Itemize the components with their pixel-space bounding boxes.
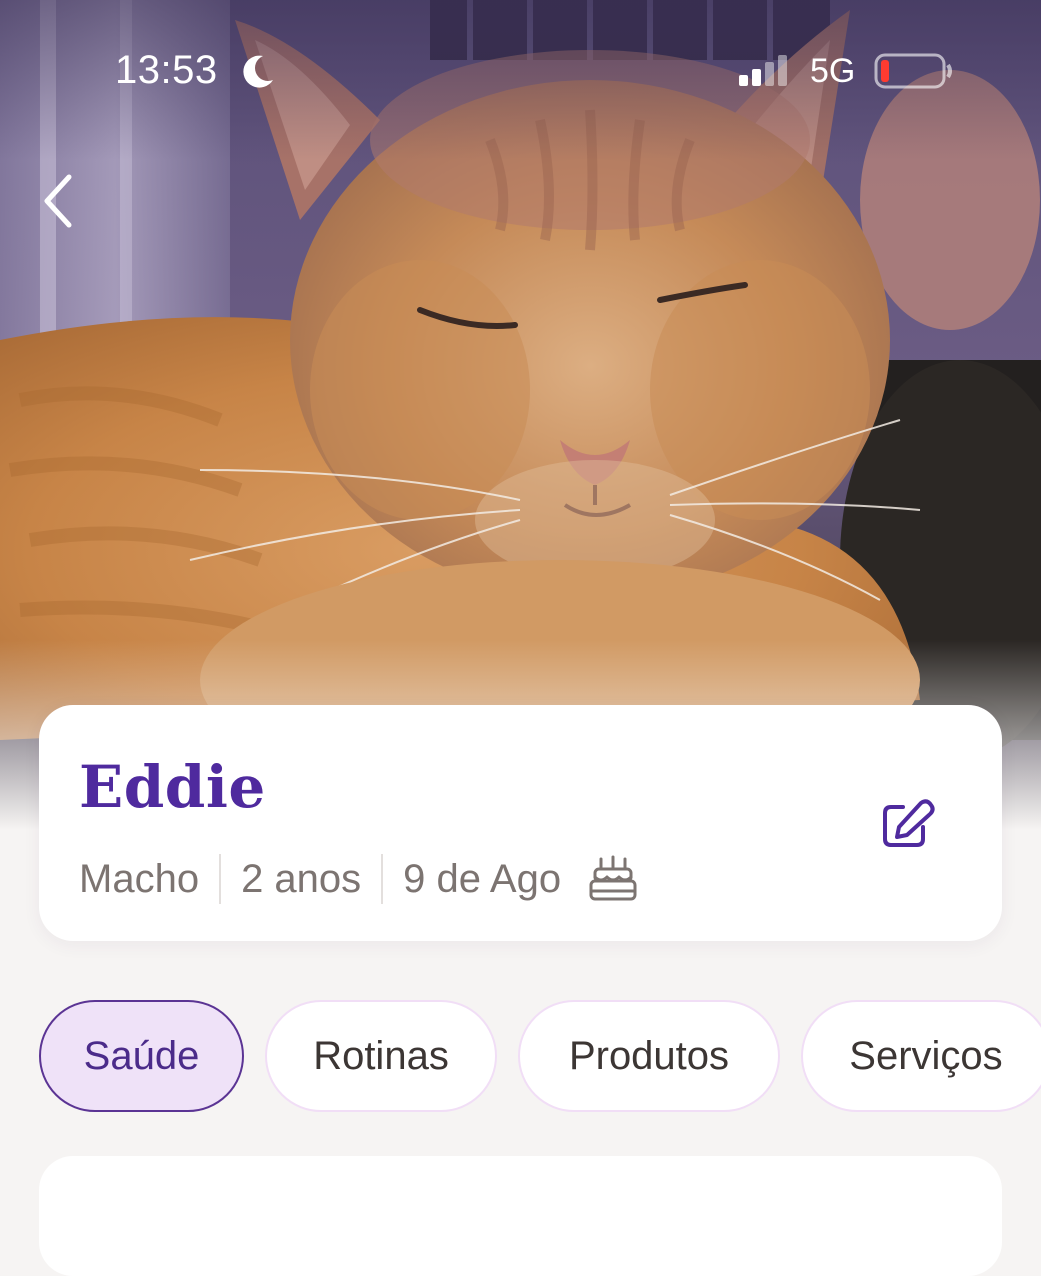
cellular-signal-icon [738,55,794,87]
tab-servicos[interactable]: Serviços [801,1000,1041,1112]
pet-birthday: 9 de Ago [403,856,562,901]
battery-low-icon [874,52,954,90]
status-bar: 13:53 5G [0,0,1041,110]
back-button[interactable] [22,168,92,238]
divider [381,854,384,904]
tab-produtos[interactable]: Produtos [518,1000,780,1112]
edit-button[interactable] [877,795,937,855]
content-card [39,1156,1002,1276]
tab-label: Saúde [83,1033,200,1078]
pet-age: 2 anos [241,856,362,901]
birthday-cake-icon [587,853,639,905]
moon-icon [237,52,277,92]
pet-info-card: Eddie Macho 2 anos 9 de Ago [39,705,1002,941]
tab-label: Rotinas [313,1033,449,1078]
network-type: 5G [810,52,856,90]
tab-label: Produtos [568,1033,730,1078]
section-tabs: Saúde Rotinas Produtos Serviços [39,1000,1041,1116]
pet-sex: Macho [79,856,200,901]
tab-saude[interactable]: Saúde [39,1000,244,1112]
tab-rotinas[interactable]: Rotinas [265,1000,497,1112]
status-time: 13:53 [115,48,218,92]
pet-name: Eddie [79,753,266,821]
chevron-left-icon [39,171,75,236]
pet-meta-row: Macho 2 anos 9 de Ago [79,849,639,909]
divider [219,854,222,904]
edit-icon [877,799,937,859]
tab-label: Serviços [849,1033,1003,1078]
